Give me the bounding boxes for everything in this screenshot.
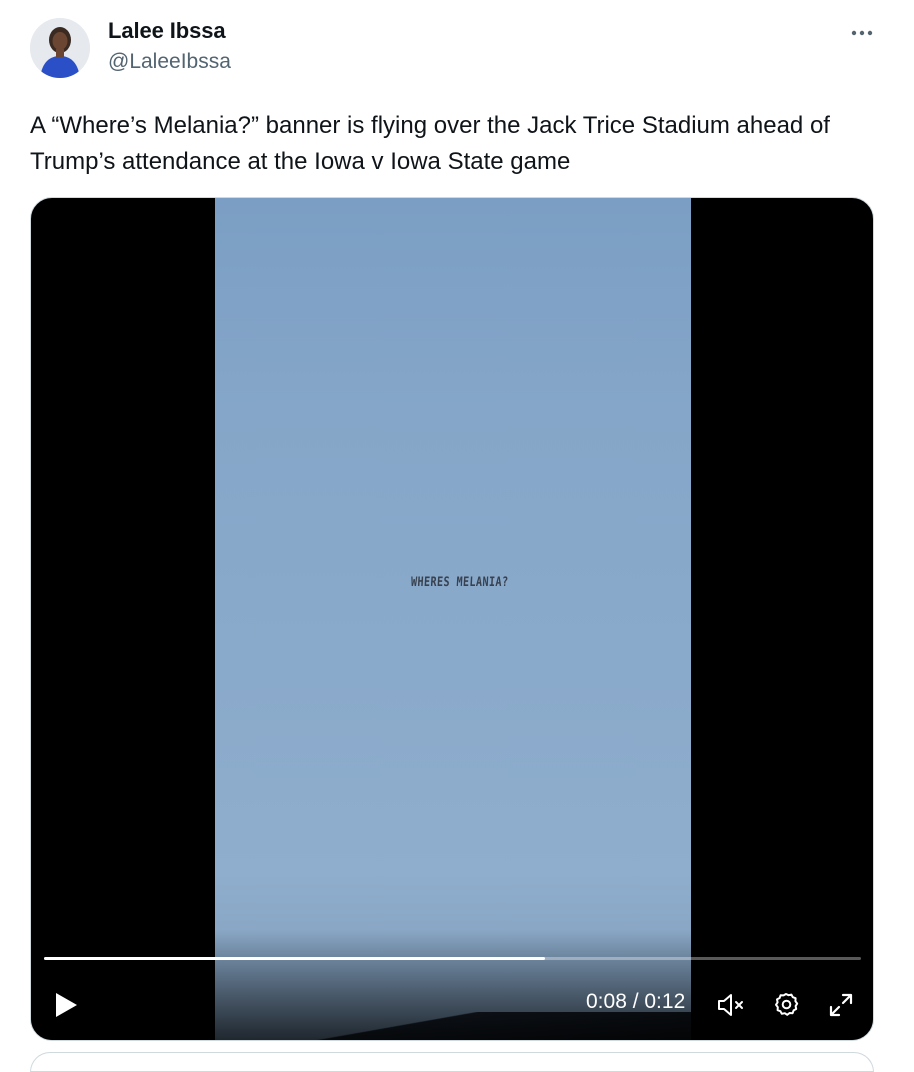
more-options-button[interactable] — [842, 18, 882, 48]
tweet-card: Lalee Ibssa @LaleeIbssa A “Where’s Melan… — [0, 0, 914, 1072]
tweet-text: A “Where’s Melania?” banner is flying ov… — [30, 112, 830, 175]
fullscreen-button[interactable] — [824, 988, 858, 1022]
play-button[interactable] — [49, 988, 83, 1022]
progress-bar[interactable] — [44, 957, 861, 960]
video-player[interactable]: WHERES MELANIA? 0:08 / 0:12 — [30, 197, 874, 1041]
avatar[interactable] — [30, 18, 90, 78]
video-frame[interactable] — [215, 198, 691, 1040]
avatar-image — [30, 18, 90, 78]
author-handle[interactable]: @LaleeIbssa — [108, 50, 231, 74]
gear-icon — [775, 993, 799, 1016]
volume-muted-icon — [718, 994, 743, 1016]
more-horizontal-icon — [851, 30, 873, 36]
airplane-banner-text: WHERES MELANIA? — [410, 575, 509, 590]
settings-button[interactable] — [769, 988, 803, 1022]
mute-button[interactable] — [714, 988, 748, 1022]
progress-fill — [44, 957, 545, 960]
expand-icon — [829, 993, 853, 1017]
time-readout: 0:08 / 0:12 — [586, 990, 686, 1013]
play-icon — [56, 993, 77, 1017]
author-name[interactable]: Lalee Ibssa — [108, 18, 226, 44]
controls-overlay — [31, 930, 873, 1040]
quoted-card-edge — [30, 1052, 874, 1072]
